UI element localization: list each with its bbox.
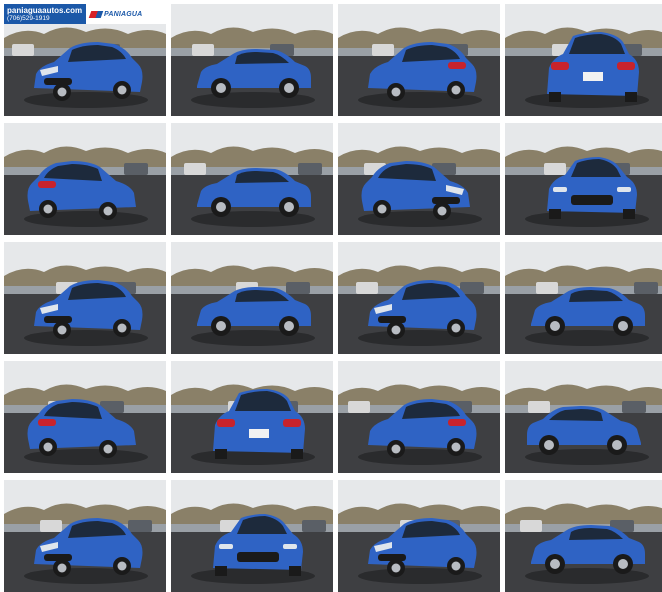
car-photo-image xyxy=(338,242,500,354)
car-photo-thumbnail[interactable] xyxy=(4,480,166,592)
car-photo-thumbnail[interactable] xyxy=(505,123,662,235)
car-photo-image xyxy=(505,123,662,235)
car-photo-thumbnail[interactable] xyxy=(338,242,500,354)
car-photo-thumbnail[interactable] xyxy=(171,123,333,235)
dealer-banner[interactable]: paniaguaautos.com (706)529-1919 PANIAGUA xyxy=(4,4,166,24)
car-photo-image xyxy=(4,123,166,235)
car-photo-image xyxy=(4,361,166,473)
car-photo-thumbnail[interactable] xyxy=(505,361,662,473)
car-photo-thumbnail[interactable] xyxy=(171,4,333,116)
car-photo-thumbnail[interactable] xyxy=(505,242,662,354)
car-photo-image xyxy=(4,242,166,354)
car-photo-image xyxy=(505,480,662,592)
car-photo-image xyxy=(338,361,500,473)
car-photo-image xyxy=(171,4,333,116)
car-photo-image xyxy=(338,123,500,235)
car-photo-thumbnail[interactable] xyxy=(171,480,333,592)
car-photo-thumbnail[interactable] xyxy=(338,361,500,473)
photo-gallery-grid xyxy=(0,0,662,592)
car-photo-thumbnail[interactable] xyxy=(171,242,333,354)
car-photo-thumbnail[interactable] xyxy=(338,4,500,116)
car-photo-thumbnail[interactable] xyxy=(338,480,500,592)
car-photo-thumbnail[interactable] xyxy=(4,123,166,235)
dealer-brand-name: PANIAGUA xyxy=(104,10,143,18)
car-photo-image xyxy=(505,4,662,116)
car-photo-thumbnail[interactable] xyxy=(4,361,166,473)
car-photo-thumbnail[interactable] xyxy=(505,480,662,592)
car-photo-image xyxy=(338,480,500,592)
car-photo-image xyxy=(505,361,662,473)
dealer-logo-icon xyxy=(88,10,104,18)
car-photo-image xyxy=(4,480,166,592)
dealer-website[interactable]: paniaguaautos.com xyxy=(7,6,83,15)
dealer-logo: PANIAGUA xyxy=(86,4,166,24)
car-photo-thumbnail[interactable] xyxy=(4,242,166,354)
car-photo-image xyxy=(171,361,333,473)
car-photo-thumbnail[interactable] xyxy=(505,4,662,116)
car-photo-image xyxy=(171,480,333,592)
car-photo-thumbnail[interactable] xyxy=(171,361,333,473)
car-photo-image xyxy=(171,123,333,235)
car-photo-image xyxy=(338,4,500,116)
car-photo-image xyxy=(171,242,333,354)
car-photo-thumbnail[interactable] xyxy=(338,123,500,235)
car-photo-image xyxy=(505,242,662,354)
dealer-contact[interactable]: paniaguaautos.com (706)529-1919 xyxy=(4,4,86,24)
dealer-phone[interactable]: (706)529-1919 xyxy=(7,15,83,23)
